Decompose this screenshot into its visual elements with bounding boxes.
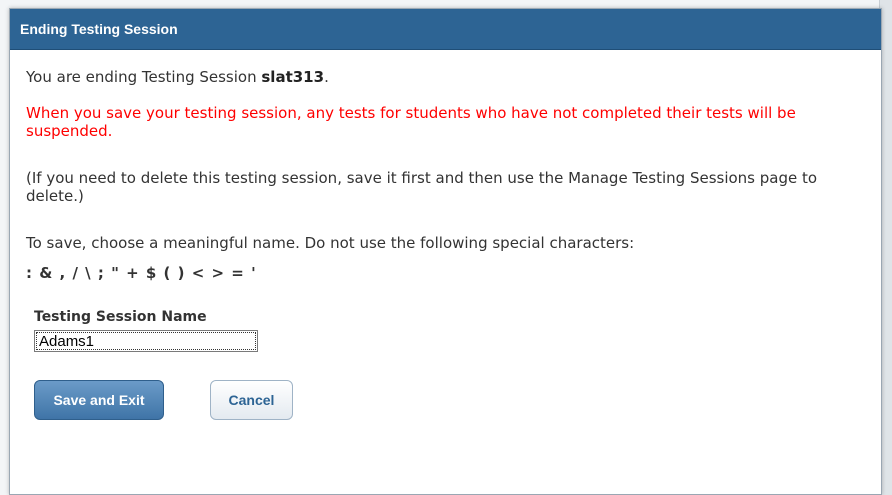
intro-text: You are ending Testing Session slat313. [26, 68, 863, 86]
delete-note: (If you need to delete this testing sess… [26, 169, 818, 205]
session-name-input[interactable] [34, 330, 258, 352]
save-and-exit-button[interactable]: Save and Exit [34, 380, 164, 420]
naming-instruction: To save, choose a meaningful name. Do no… [26, 234, 635, 252]
ending-session-dialog: Ending Testing Session You are ending Te… [9, 8, 882, 495]
dialog-title: Ending Testing Session [20, 21, 178, 37]
session-name-label: Testing Session Name [34, 309, 207, 325]
special-characters: : & , / \ ; " + $ ( ) < > = ' [26, 264, 257, 282]
intro-suffix: . [324, 68, 329, 86]
session-id: slat313 [261, 68, 325, 86]
intro-prefix: You are ending Testing Session [26, 68, 262, 86]
dialog-titlebar: Ending Testing Session [10, 9, 881, 50]
warning-text: When you save your testing session, any … [26, 104, 796, 140]
cancel-button[interactable]: Cancel [210, 380, 293, 420]
dialog-content: You are ending Testing Session slat313. … [10, 68, 881, 420]
button-row: Save and Exit Cancel [34, 380, 863, 420]
